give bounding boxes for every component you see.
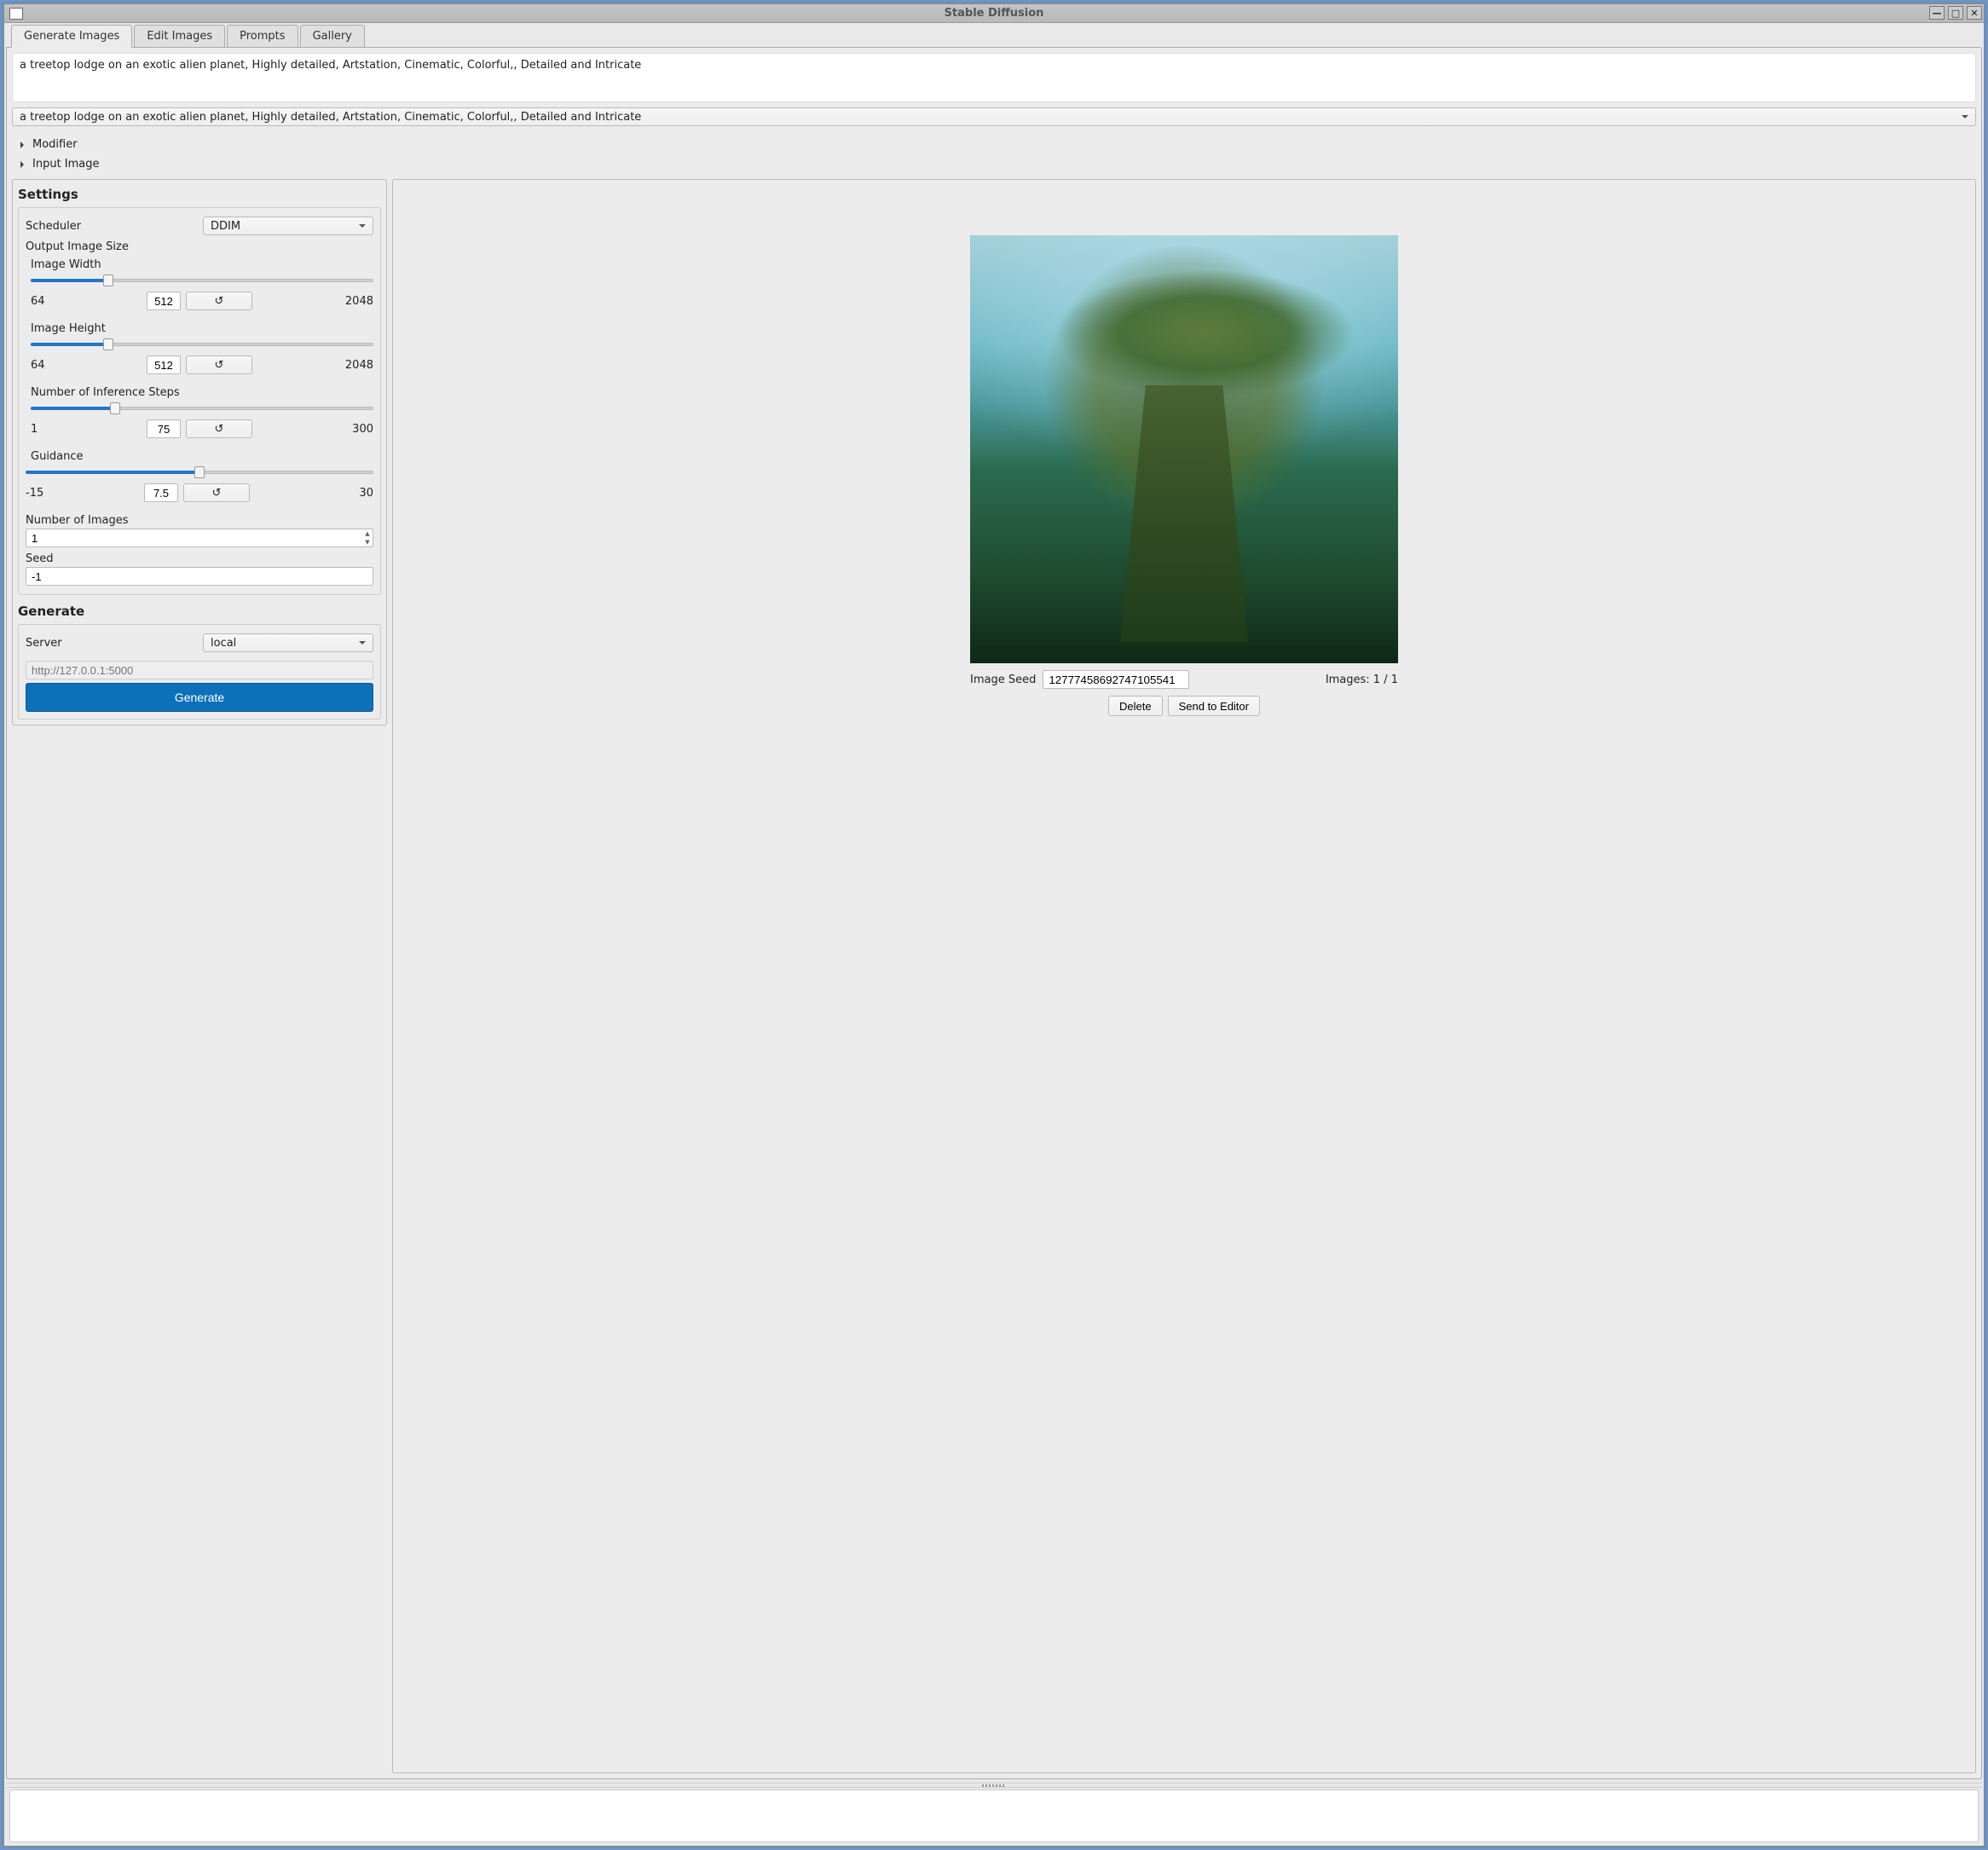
expander-input-image-label: Input Image [32, 158, 100, 171]
server-url-input[interactable] [26, 661, 373, 679]
caret-right-icon [20, 142, 27, 148]
delete-button[interactable]: Delete [1108, 696, 1163, 716]
settings-heading: Settings [18, 187, 381, 202]
scheduler-dropdown[interactable]: DDIM [203, 217, 373, 235]
reset-icon: ↺ [212, 487, 222, 500]
image-width-label: Image Width [31, 258, 373, 271]
tab-strip: Generate Images Edit Images Prompts Gall… [6, 25, 1982, 48]
seed-label: Seed [26, 552, 373, 565]
image-seed-input[interactable] [1043, 670, 1189, 689]
guidance-reset[interactable]: ↺ [183, 483, 250, 502]
steps-max: 300 [334, 423, 373, 436]
image-height-min: 64 [31, 359, 65, 372]
server-value: local [211, 637, 236, 650]
image-width-min: 64 [31, 295, 65, 308]
image-height-block: Image Height 64 ↺ 2 [31, 322, 373, 374]
guidance-max: 30 [334, 487, 373, 500]
server-dropdown[interactable]: local [203, 633, 373, 652]
scheduler-label: Scheduler [26, 220, 203, 233]
window-title: Stable Diffusion [4, 7, 1984, 20]
generated-image [970, 235, 1398, 663]
pane-gripper[interactable] [6, 1783, 1982, 1788]
send-to-editor-button[interactable]: Send to Editor [1168, 696, 1260, 716]
status-area [9, 1789, 1979, 1842]
image-height-label: Image Height [31, 322, 373, 335]
scheduler-value: DDIM [211, 220, 240, 233]
image-height-reset[interactable]: ↺ [186, 356, 252, 374]
generate-heading: Generate [18, 604, 381, 619]
output-size-label: Output Image Size [26, 240, 373, 253]
prompt-textarea[interactable]: a treetop lodge on an exotic alien plane… [12, 53, 1976, 102]
num-images-input[interactable] [26, 529, 373, 547]
titlebar: Stable Diffusion — □ ✕ [4, 4, 1984, 23]
seed-input[interactable] [26, 567, 373, 586]
guidance-block: Guidance -15 ↺ 30 [26, 450, 373, 502]
image-width-slider[interactable] [31, 275, 373, 286]
image-height-input[interactable] [147, 356, 181, 374]
reset-icon: ↺ [215, 359, 224, 372]
image-width-max: 2048 [334, 295, 373, 308]
minimize-button[interactable]: — [1929, 6, 1945, 20]
caret-right-icon [20, 161, 27, 168]
image-height-slider[interactable] [31, 338, 373, 350]
app-window: Stable Diffusion — □ ✕ Generate Images E… [3, 3, 1985, 1847]
prompt-history-dropdown[interactable]: a treetop lodge on an exotic alien plane… [12, 107, 1976, 126]
steps-block: Number of Inference Steps 1 ↺ [31, 386, 373, 438]
image-width-block: Image Width 64 ↺ 20 [31, 258, 373, 310]
image-width-input[interactable] [147, 292, 181, 310]
steps-input[interactable] [147, 419, 181, 438]
preview-panel: Image Seed Images: 1 / 1 Delete Send to … [392, 179, 1976, 1773]
guidance-slider[interactable] [26, 466, 373, 478]
steps-label: Number of Inference Steps [31, 386, 373, 399]
num-images-label: Number of Images [26, 514, 373, 527]
generate-button[interactable]: Generate [26, 683, 373, 712]
steps-slider[interactable] [31, 402, 373, 414]
image-counter: Images: 1 / 1 [1326, 674, 1398, 686]
guidance-input[interactable] [144, 483, 178, 502]
close-button[interactable]: ✕ [1967, 6, 1982, 20]
steps-min: 1 [31, 423, 65, 436]
reset-icon: ↺ [215, 423, 224, 436]
tab-body: a treetop lodge on an exotic alien plane… [6, 47, 1982, 1779]
server-label: Server [26, 637, 203, 650]
image-seed-label: Image Seed [970, 674, 1036, 686]
tab-prompts[interactable]: Prompts [227, 25, 298, 48]
maximize-button[interactable]: □ [1948, 6, 1963, 20]
num-images-spinner[interactable]: ▲▼ [362, 529, 373, 546]
tab-gallery[interactable]: Gallery [300, 25, 365, 48]
guidance-min: -15 [26, 487, 60, 500]
tab-edit-images[interactable]: Edit Images [134, 25, 225, 48]
prompt-history-value: a treetop lodge on an exotic alien plane… [20, 111, 641, 124]
guidance-label: Guidance [31, 450, 373, 463]
steps-reset[interactable]: ↺ [186, 419, 252, 438]
reset-icon: ↺ [215, 295, 224, 308]
tab-generate-images[interactable]: Generate Images [11, 25, 132, 48]
expander-modifier-label: Modifier [32, 138, 78, 151]
image-width-reset[interactable]: ↺ [186, 292, 252, 310]
expander-modifier[interactable]: Modifier [12, 135, 1976, 154]
expander-input-image[interactable]: Input Image [12, 154, 1976, 174]
settings-panel: Settings Scheduler DDIM Output Image Siz… [12, 179, 387, 726]
image-height-max: 2048 [334, 359, 373, 372]
app-icon [9, 8, 23, 20]
